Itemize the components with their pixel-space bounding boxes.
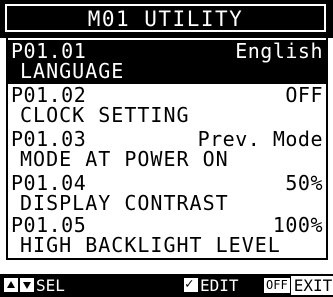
up-down-arrows-icon bbox=[4, 278, 18, 292]
title-bar: M01 UTILITY bbox=[0, 0, 333, 38]
exit-softkey[interactable]: OFF EXIT bbox=[264, 276, 333, 295]
parameter-row-p01-05[interactable]: P01.05 100% HIGH BACKLIGHT LEVEL bbox=[8, 214, 326, 258]
parameter-label: MODE AT POWER ON bbox=[20, 147, 229, 171]
parameter-label: LANGUAGE bbox=[20, 59, 125, 83]
down-arrow-icon bbox=[20, 278, 34, 292]
exit-label: EXIT bbox=[290, 276, 333, 295]
parameter-value: 50% bbox=[285, 171, 323, 195]
parameter-list: P01.01 English LANGUAGE P01.02 OFF CLOCK… bbox=[6, 38, 328, 260]
edit-label: EDIT bbox=[200, 276, 239, 295]
parameter-row-p01-04[interactable]: P01.04 50% DISPLAY CONTRAST bbox=[8, 172, 326, 216]
parameter-label: CLOCK SETTING bbox=[20, 103, 190, 127]
parameter-row-p01-03[interactable]: P01.03 Prev. Mode MODE AT POWER ON bbox=[8, 128, 326, 172]
menu-title: M01 UTILITY bbox=[87, 7, 244, 31]
softkey-bar: SEL ✓ EDIT OFF EXIT bbox=[0, 274, 333, 297]
parameter-row-p01-02[interactable]: P01.02 OFF CLOCK SETTING bbox=[8, 84, 326, 128]
off-key-label: OFF bbox=[264, 278, 290, 293]
select-label: SEL bbox=[36, 276, 65, 295]
parameter-value: OFF bbox=[285, 83, 323, 107]
checkmark-icon: ✓ bbox=[184, 276, 198, 292]
parameter-label: HIGH BACKLIGHT LEVEL bbox=[20, 233, 281, 257]
lcd-screen: M01 UTILITY P01.01 English LANGUAGE P01.… bbox=[0, 0, 333, 297]
title-frame: M01 UTILITY bbox=[5, 4, 326, 32]
select-softkey[interactable]: SEL bbox=[4, 276, 65, 295]
parameter-row-p01-01[interactable]: P01.01 English LANGUAGE bbox=[8, 40, 326, 84]
parameter-label: DISPLAY CONTRAST bbox=[20, 191, 229, 215]
parameter-value: English bbox=[235, 39, 323, 63]
edit-softkey[interactable]: ✓ EDIT bbox=[184, 276, 239, 295]
